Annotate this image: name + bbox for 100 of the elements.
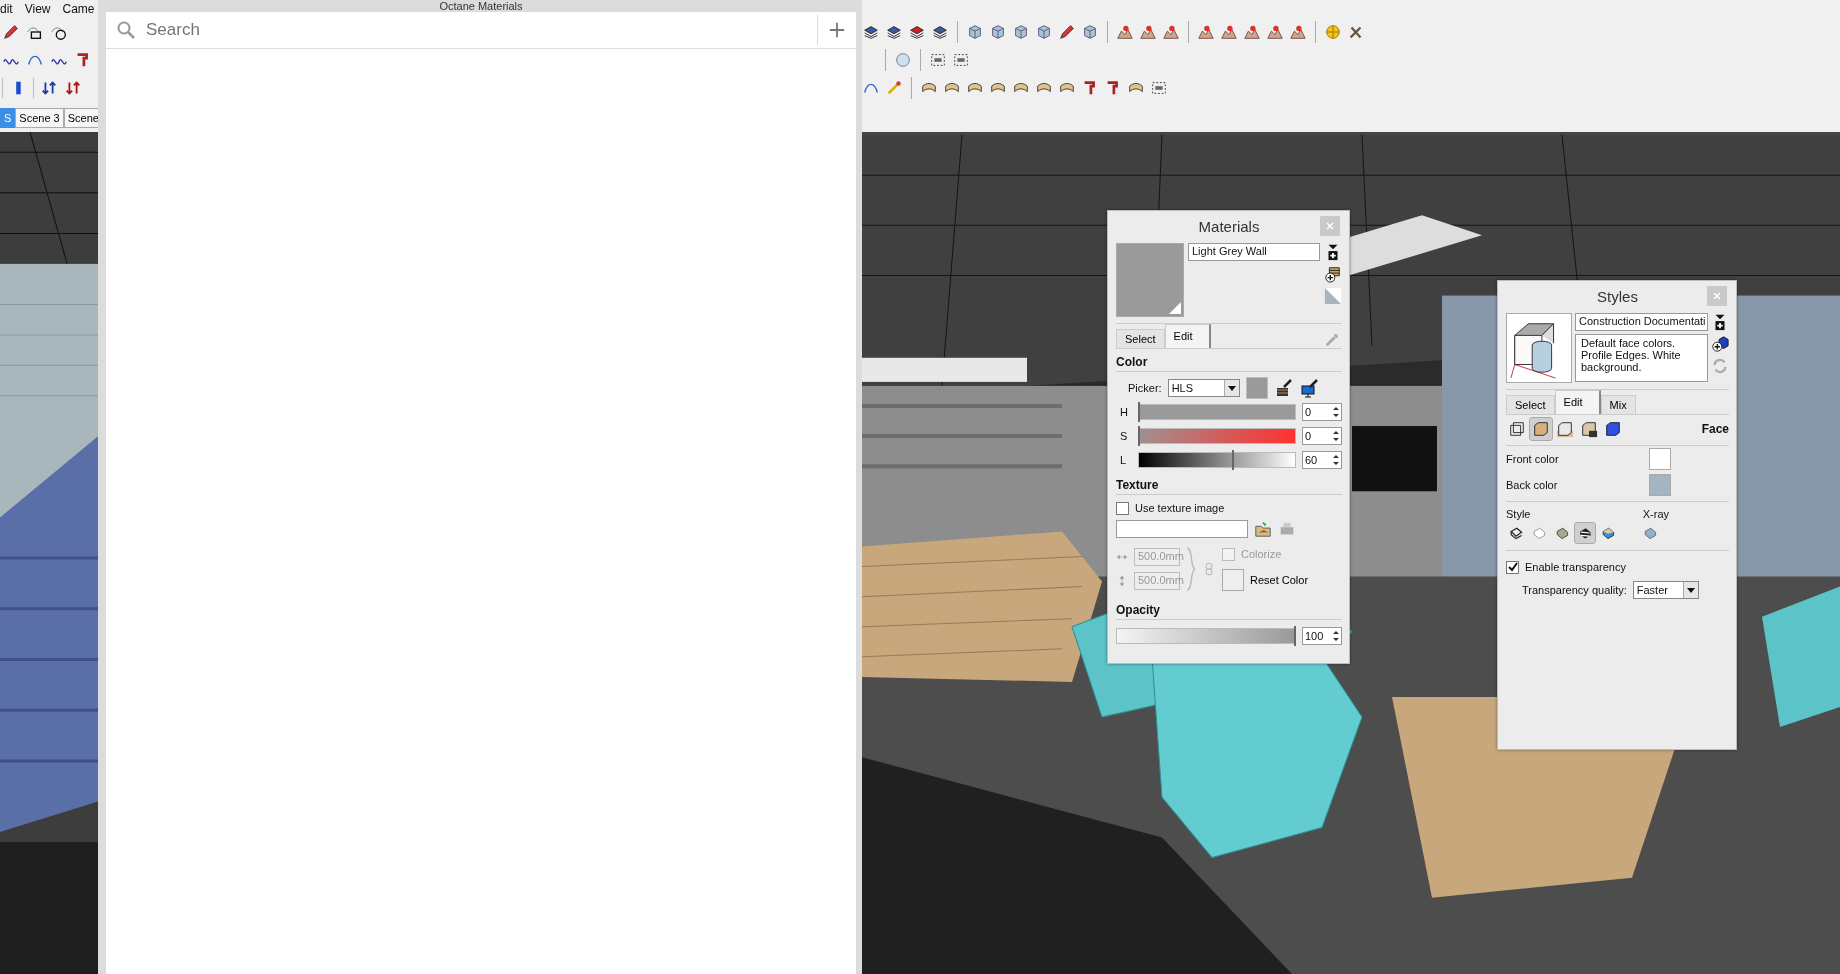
arrows-icon[interactable] — [40, 79, 58, 97]
monitor-eyedropper-icon[interactable] — [1299, 378, 1320, 398]
textured-style-icon[interactable] — [1600, 525, 1616, 541]
menu-item[interactable]: dit — [0, 2, 13, 16]
width-arrow-icon — [1116, 551, 1128, 563]
cube-icon[interactable] — [1012, 23, 1030, 41]
terrain-icon[interactable] — [1116, 23, 1134, 41]
frame-icon[interactable] — [929, 51, 947, 69]
spinner-arrows-icon[interactable] — [1331, 428, 1341, 444]
checkbox-label: Enable transparency — [1525, 561, 1626, 573]
value-spinner[interactable]: 100 — [1302, 627, 1342, 645]
watermark-box-icon[interactable] — [1580, 420, 1598, 438]
quality-dropdown[interactable]: Faster — [1632, 581, 1699, 599]
panel-title: Octane Materials — [438, 0, 524, 12]
reset-color-button[interactable]: Reset Color — [1222, 568, 1309, 591]
frame-icon[interactable] — [952, 51, 970, 69]
tab[interactable]: Edit — [1554, 390, 1601, 414]
search-field[interactable]: Search — [106, 12, 856, 49]
tab[interactable]: Mix — [1600, 395, 1636, 414]
back-color-label: Back color — [1506, 479, 1558, 491]
layers-icon[interactable] — [885, 23, 903, 41]
section-heading: Texture — [1116, 472, 1342, 495]
menu-item[interactable]: Came — [62, 2, 95, 16]
folder-icon[interactable] — [1254, 520, 1272, 538]
cube-plus-icon[interactable] — [1711, 335, 1729, 353]
menu-item[interactable]: View — [24, 2, 51, 16]
style-thumbnail-drawing — [1506, 313, 1572, 383]
color-swatch — [1245, 377, 1268, 399]
section-title: Face — [1701, 422, 1729, 436]
terrain-icon[interactable] — [1162, 23, 1180, 41]
layers-icon[interactable] — [931, 23, 949, 41]
layers-icon[interactable] — [862, 23, 880, 41]
saturation-slider[interactable] — [1138, 428, 1296, 444]
terrain-icon[interactable] — [1243, 23, 1261, 41]
style-label: Style — [1506, 508, 1531, 520]
layers-icon[interactable] — [908, 23, 926, 41]
terrain-icon[interactable] — [1139, 23, 1157, 41]
scene-tab[interactable]: Scene 3 — [15, 108, 64, 128]
material-name-field[interactable]: Light Grey Wall — [1188, 243, 1320, 261]
background-box-icon[interactable] — [1556, 420, 1574, 438]
cube-icon[interactable] — [1081, 23, 1099, 41]
dialog-title: Styles — [1597, 287, 1638, 305]
spinner-arrows-icon[interactable] — [1331, 452, 1341, 468]
frame-icon[interactable] — [1150, 79, 1168, 97]
terrain-icon[interactable] — [1289, 23, 1307, 41]
opacity-slider[interactable] — [1116, 628, 1296, 644]
spinner-arrows-icon[interactable] — [1331, 628, 1341, 644]
value-spinner[interactable]: 0 — [1302, 427, 1342, 445]
value-spinner[interactable]: 60 — [1302, 451, 1342, 469]
compass-icon[interactable] — [1324, 23, 1342, 41]
terrain-icon[interactable] — [1197, 23, 1215, 41]
search-icon — [116, 20, 136, 40]
front-color-label: Front color — [1506, 453, 1559, 465]
checkbox-label: Colorize — [1241, 548, 1282, 560]
picker-dropdown[interactable]: HLS — [1167, 379, 1240, 397]
terrain-icon[interactable] — [1266, 23, 1284, 41]
checkbox-label: Use texture image — [1135, 502, 1225, 514]
height-arrow-icon — [1116, 575, 1128, 587]
channel-label: L — [1119, 454, 1128, 466]
striped-style-icon[interactable] — [1577, 525, 1593, 541]
tab[interactable]: Select — [1116, 329, 1165, 348]
style-description-field[interactable]: Default face colors. Profile Edges. White background. — [1575, 334, 1708, 382]
cube-icon[interactable] — [1035, 23, 1053, 41]
front-color-swatch[interactable] — [1649, 448, 1671, 470]
dialog-title: Materials — [1198, 217, 1260, 235]
checkbox[interactable] — [1506, 560, 1519, 574]
wireframe-box-icon[interactable] — [1508, 420, 1526, 438]
value-spinner[interactable]: 0 — [1302, 403, 1342, 421]
channel-label: H — [1119, 406, 1129, 418]
quality-label: Transparency quality: — [1522, 584, 1627, 596]
texture-path-field[interactable] — [1116, 520, 1248, 538]
tab[interactable]: Select — [1506, 395, 1555, 414]
shaded-box-icon[interactable] — [1532, 420, 1550, 438]
hue-slider[interactable] — [1138, 404, 1296, 420]
add-icon[interactable] — [828, 21, 846, 39]
box-plus-icon[interactable] — [1324, 265, 1342, 283]
channel-label: S — [1119, 430, 1129, 442]
section-heading: Opacity — [1116, 597, 1342, 620]
x-ray-style-icon[interactable] — [1642, 525, 1658, 541]
spinner-arrows-icon[interactable] — [1331, 404, 1341, 420]
arrows-icon[interactable] — [64, 79, 82, 97]
picker-label: Picker: — [1128, 382, 1162, 394]
wand-icon[interactable] — [885, 79, 903, 97]
tab[interactable]: Edit — [1164, 324, 1211, 348]
back-color-swatch[interactable] — [1649, 474, 1671, 496]
section-heading: Color — [1116, 349, 1342, 372]
wireframe-style-icon[interactable] — [1508, 525, 1524, 541]
shaded-style-icon[interactable] — [1554, 525, 1570, 541]
scene-tab[interactable]: Scene — [63, 108, 98, 128]
cube-icon[interactable] — [966, 23, 984, 41]
cube-icon[interactable] — [989, 23, 1007, 41]
search-input[interactable]: Search — [146, 20, 807, 40]
terrain-icon[interactable] — [1220, 23, 1238, 41]
pencil-icon[interactable] — [2, 23, 20, 41]
checkbox[interactable] — [1116, 501, 1129, 515]
style-name-field[interactable]: Construction Documentati — [1575, 313, 1708, 331]
pencil-icon[interactable] — [1058, 23, 1076, 41]
slider-thumb[interactable] — [1231, 450, 1234, 470]
lightness-slider[interactable] — [1138, 452, 1296, 468]
modeling-box-icon[interactable] — [1604, 420, 1622, 438]
